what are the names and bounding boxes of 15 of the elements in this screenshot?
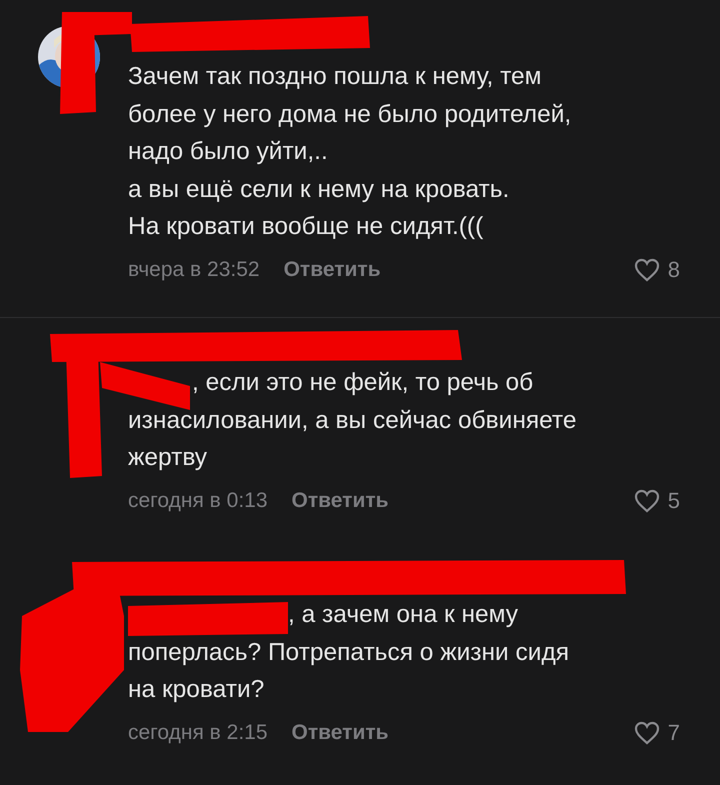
reply-link[interactable]: Ответить <box>292 720 389 744</box>
comment-text: , а зачем она к нему поперлась? Потрепаться о жизни сидя на кровати? <box>128 600 570 705</box>
like-button[interactable]: 8 <box>634 256 680 282</box>
comment-text: Зачем так поздно пошла к нему, тем более у него дома не было родителей, надо было уйти,.. а вы ещё сели к нему на кровать. На кровати вообще не сидят.((( <box>128 62 572 242</box>
heart-icon <box>634 488 660 512</box>
reply-link[interactable]: Ответить <box>292 488 389 512</box>
reply-link[interactable]: Ответить <box>284 258 381 282</box>
like-button[interactable]: 5 <box>634 488 680 514</box>
comment-time: сегодня в 0:13 <box>128 488 268 512</box>
comment-time: сегодня в 2:15 <box>128 720 268 744</box>
comment-text: , если это не фейк, то речь об изнасиловании, а вы сейчас обвиняете жертву <box>128 368 578 473</box>
like-button[interactable]: 7 <box>634 720 680 746</box>
heart-icon <box>634 720 660 744</box>
comment-time: вчера в 23:52 <box>128 258 260 282</box>
heart-icon <box>634 258 660 282</box>
